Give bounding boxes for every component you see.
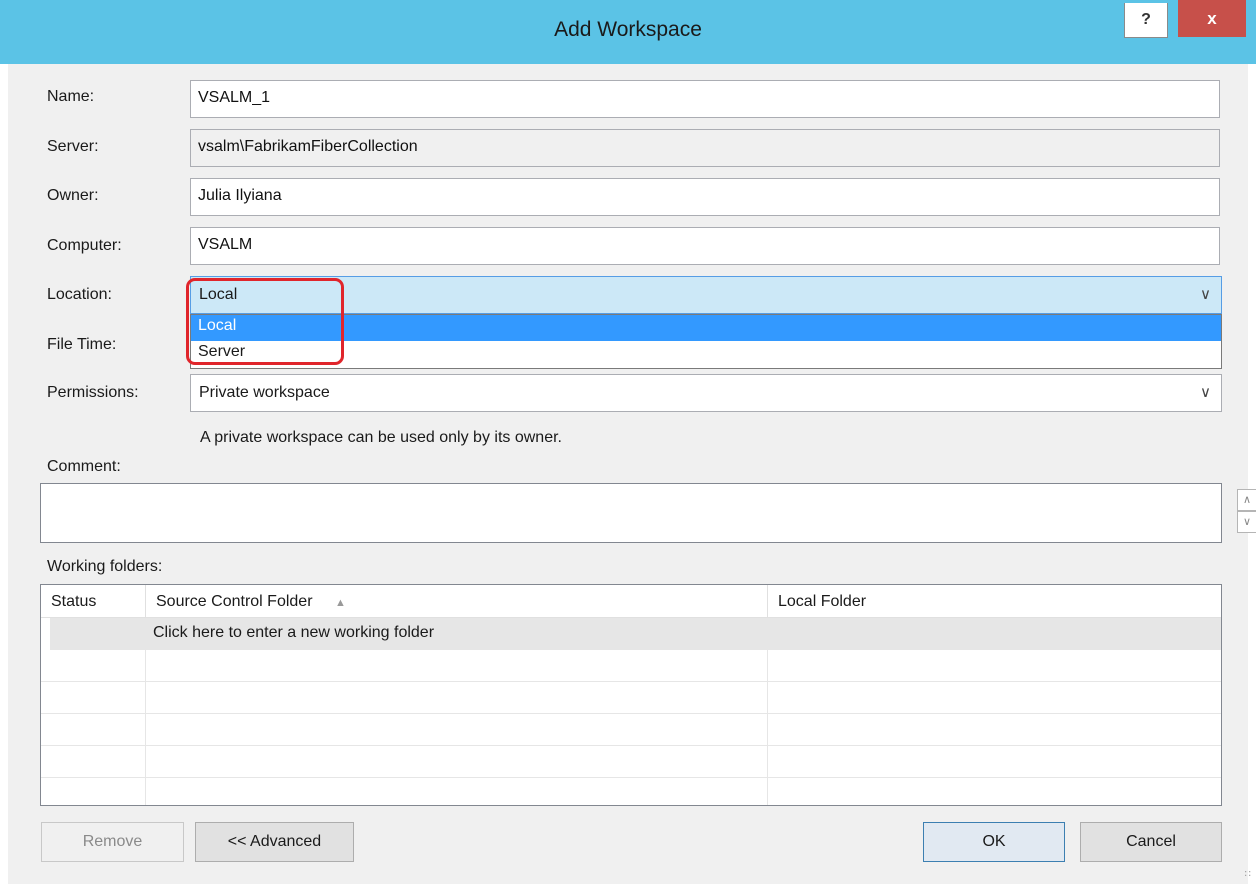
table-cell [146, 714, 768, 746]
ok-button[interactable]: OK [923, 822, 1065, 862]
table-cell [41, 682, 146, 714]
location-dropdown-list: Local Server [190, 314, 1222, 369]
computer-label: Computer: [47, 237, 122, 254]
chevron-down-icon[interactable]: ∨ [1200, 285, 1211, 303]
location-combobox[interactable]: Local ∨ [190, 276, 1222, 314]
location-option-server[interactable]: Server [191, 341, 1221, 367]
table-row[interactable] [41, 714, 1221, 746]
cancel-button[interactable]: Cancel [1080, 822, 1222, 862]
permissions-selected-value: Private workspace [199, 384, 330, 401]
location-label: Location: [47, 286, 112, 303]
computer-field[interactable]: VSALM [190, 227, 1220, 265]
resize-grip-icon[interactable]: ∷ [1245, 869, 1251, 880]
remove-button[interactable]: Remove [41, 822, 184, 862]
table-cell [146, 778, 768, 805]
owner-field[interactable]: Julia Ilyiana [190, 178, 1220, 216]
comment-textarea[interactable]: ∧ ∨ [40, 483, 1256, 543]
advanced-button[interactable]: << Advanced [195, 822, 354, 862]
table-cell [41, 714, 146, 746]
table-row[interactable] [41, 746, 1221, 778]
title-bar: Add Workspace ? x [0, 0, 1256, 64]
permissions-label: Permissions: [47, 384, 139, 401]
working-folders-grid: Status Source Control Folder ▲ Local Fol… [40, 584, 1222, 806]
column-header-status-label: Status [51, 593, 97, 610]
table-row[interactable] [41, 778, 1221, 805]
window-title: Add Workspace [554, 18, 702, 41]
column-header-local-folder[interactable]: Local Folder [768, 585, 1221, 617]
permissions-combobox[interactable]: Private workspace ∨ [190, 374, 1222, 412]
table-cell [41, 778, 146, 805]
name-field[interactable]: VSALM_1 [190, 80, 1220, 118]
permissions-hint: A private workspace can be used only by … [200, 429, 562, 446]
help-icon: ? [1141, 11, 1151, 28]
table-cell [146, 746, 768, 778]
scroll-down-icon[interactable]: ∨ [1237, 511, 1256, 533]
comment-label: Comment: [47, 458, 121, 475]
server-label: Server: [47, 138, 99, 155]
sort-ascending-icon: ▲ [334, 597, 346, 609]
table-cell [146, 650, 768, 682]
table-cell [41, 746, 146, 778]
new-working-folder-row[interactable]: Click here to enter a new working folder [50, 618, 1221, 650]
name-label: Name: [47, 88, 95, 105]
column-header-source-control-folder[interactable]: Source Control Folder ▲ [146, 585, 768, 617]
grid-header: Status Source Control Folder ▲ Local Fol… [41, 585, 1221, 618]
table-cell [146, 682, 768, 714]
annotation-highlight [186, 278, 344, 365]
server-field: vsalm\FabrikamFiberCollection [190, 129, 1220, 167]
working-folders-label: Working folders: [47, 558, 163, 575]
table-cell [41, 650, 146, 682]
location-option-local[interactable]: Local [191, 315, 1221, 341]
help-button[interactable]: ? [1124, 3, 1168, 38]
owner-label: Owner: [47, 187, 99, 204]
column-header-status[interactable]: Status [41, 585, 146, 617]
filetime-label: File Time: [47, 336, 117, 353]
close-button[interactable]: x [1178, 0, 1246, 37]
chevron-down-icon[interactable]: ∨ [1200, 383, 1211, 401]
column-header-local-label: Local Folder [778, 593, 867, 610]
table-row[interactable] [41, 650, 1221, 682]
table-row[interactable] [41, 682, 1221, 714]
scroll-up-icon[interactable]: ∧ [1237, 489, 1256, 511]
close-icon: x [1207, 8, 1217, 28]
new-row-text: Click here to enter a new working folder [153, 624, 435, 641]
column-header-source-label: Source Control Folder [156, 593, 313, 610]
